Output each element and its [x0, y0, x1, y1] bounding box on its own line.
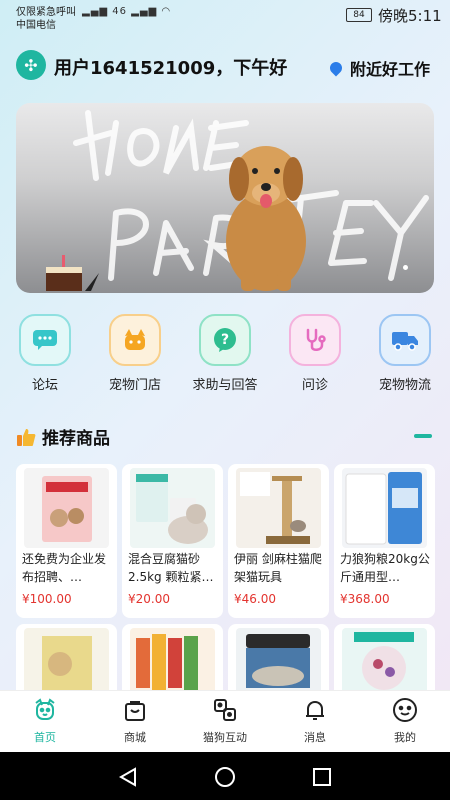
nav-label: 猫狗互动	[203, 731, 247, 744]
svg-text:?: ?	[221, 332, 229, 348]
category-label: 宠物门店	[108, 378, 161, 393]
home-icon[interactable]	[214, 766, 236, 788]
nav-home[interactable]: 首页	[0, 697, 90, 745]
product-card[interactable]	[334, 624, 435, 694]
app-header: ✣ 用户1641521009，下午好 附近好工作	[0, 48, 450, 84]
product-price: ¥100.00	[22, 592, 72, 606]
product-card[interactable]: 混合豆腐猫砂2.5kg 颗粒紧… ¥20.00	[122, 464, 223, 618]
network-type: 46	[112, 6, 127, 17]
product-price: ¥46.00	[234, 592, 276, 606]
nav-label: 首页	[34, 731, 56, 744]
category-pet-store[interactable]: 宠物门店	[95, 314, 175, 393]
product-card[interactable]	[122, 624, 223, 694]
category-consult[interactable]: 问诊	[275, 314, 355, 393]
product-card[interactable]: 伊丽 剑麻柱猫爬架猫玩具 ¥46.00	[228, 464, 329, 618]
location-label: 附近好工作	[350, 60, 431, 79]
shopping-bag-icon	[122, 697, 148, 723]
category-logistics[interactable]: 宠物物流	[365, 314, 445, 393]
nav-interaction[interactable]: 猫狗互动	[180, 697, 270, 745]
category-label: 求助与回答	[192, 378, 258, 393]
product-name: 还免费为企业发布招聘、…	[22, 552, 107, 584]
product-image	[342, 628, 427, 694]
signal-icon: ▂▄▆ 46 ▂▄▆ ◠	[82, 6, 172, 17]
product-card[interactable]	[16, 624, 117, 694]
product-price: ¥20.00	[128, 592, 170, 606]
dog-face-icon	[32, 697, 58, 723]
truck-icon	[379, 314, 431, 366]
chat-icon	[19, 314, 71, 366]
section-title-text: 推荐商品	[42, 429, 110, 449]
product-price: ¥368.00	[340, 592, 390, 606]
status-bar: 仅限紧急呼叫 中国电信 ▂▄▆ 46 ▂▄▆ ◠ 84 傍晚5:11	[0, 0, 450, 31]
back-icon[interactable]	[117, 766, 139, 788]
clock: 傍晚5:11	[378, 7, 442, 25]
product-name: 伊丽 剑麻柱猫爬架猫玩具	[234, 552, 322, 584]
product-name: 力狼狗粮20kg公斤通用型…	[340, 552, 430, 584]
dog-image	[226, 146, 306, 291]
greeting-text: 用户1641521009，下午好	[54, 58, 288, 79]
nav-label: 消息	[304, 731, 326, 744]
category-label: 宠物物流	[378, 378, 431, 393]
cake-image	[46, 255, 99, 291]
promo-banner[interactable]	[16, 103, 434, 293]
section-indicator	[414, 434, 432, 438]
category-row: 论坛 宠物门店 ? 求助与回答 问诊 宠物物流	[0, 314, 450, 394]
category-forum[interactable]: 论坛	[5, 314, 85, 393]
nav-mall[interactable]: 商城	[90, 697, 180, 745]
product-image	[236, 468, 321, 548]
carousel-indicator	[403, 265, 408, 270]
category-label: 问诊	[301, 378, 328, 393]
app-logo-icon[interactable]: ✣	[16, 50, 46, 80]
thumbs-up-icon	[17, 428, 36, 446]
product-card[interactable]: 力狼狗粮20kg公斤通用型… ¥368.00	[334, 464, 435, 618]
cat-shop-icon	[109, 314, 161, 366]
recents-icon[interactable]	[311, 766, 333, 788]
battery-icon: 84	[346, 8, 372, 22]
nav-label: 商城	[124, 731, 146, 744]
product-name: 混合豆腐猫砂2.5kg 颗粒紧…	[128, 552, 214, 584]
bell-icon	[302, 697, 328, 723]
question-icon: ?	[199, 314, 251, 366]
nav-profile[interactable]: 我的	[360, 697, 450, 745]
interaction-icon	[212, 697, 238, 723]
category-label: 论坛	[31, 378, 58, 393]
product-image	[24, 628, 109, 694]
profile-icon	[392, 697, 418, 723]
system-nav-bar	[0, 752, 450, 800]
product-card[interactable]: 还免费为企业发布招聘、… ¥100.00	[16, 464, 117, 618]
product-card[interactable]	[228, 624, 329, 694]
product-image	[236, 628, 321, 694]
carrier-text: 中国电信	[16, 20, 56, 31]
nav-messages[interactable]: 消息	[270, 697, 360, 745]
product-image	[342, 468, 427, 548]
bottom-nav: 首页 商城 猫狗互动 消息 我的	[0, 690, 450, 753]
product-image	[130, 628, 215, 694]
section-title: 推荐商品	[16, 424, 110, 449]
location-pin-icon	[327, 59, 345, 77]
product-image	[24, 468, 109, 548]
location-button[interactable]: 附近好工作	[327, 56, 431, 80]
product-image	[130, 468, 215, 548]
nav-label: 我的	[394, 731, 416, 744]
category-help[interactable]: ? 求助与回答	[185, 314, 265, 393]
stethoscope-icon	[289, 314, 341, 366]
